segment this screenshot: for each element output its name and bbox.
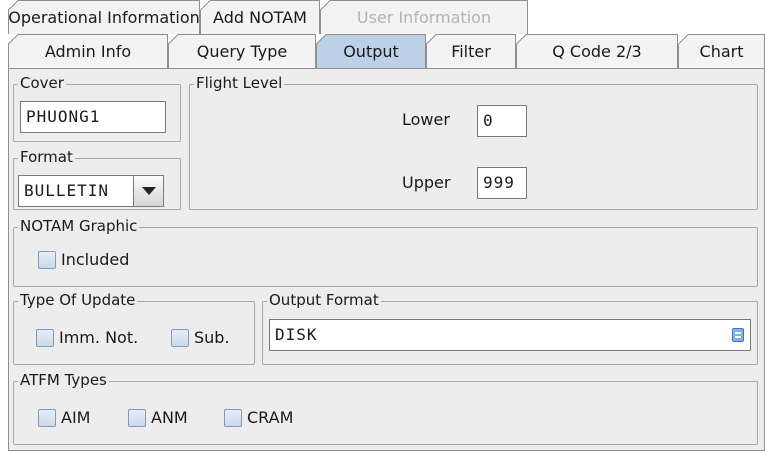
anm-checkbox-box[interactable] — [128, 408, 146, 427]
cram-checkbox[interactable]: CRAM — [224, 408, 293, 427]
included-checkbox-box[interactable] — [38, 250, 56, 269]
lower-label: Lower — [402, 110, 450, 129]
output-format-field[interactable]: DISK — [269, 319, 751, 351]
aim-label: AIM — [61, 408, 91, 427]
tab-user-information: User Information — [320, 0, 528, 34]
output-format-value: DISK — [275, 325, 318, 344]
cover-title: Cover — [18, 74, 66, 92]
type-of-update-group: Type Of Update Imm. Not. Sub. — [13, 291, 255, 365]
output-format-group: Output Format DISK — [262, 291, 758, 365]
tab-admin-info[interactable]: Admin Info — [8, 34, 168, 68]
tab-output[interactable]: Output — [316, 34, 426, 68]
tab-chart[interactable]: Chart — [678, 34, 765, 68]
upper-input[interactable]: 999 — [477, 167, 527, 199]
format-dropdown-button[interactable] — [133, 176, 163, 206]
tab-q-code-2-3[interactable]: Q Code 2/3 — [516, 34, 678, 68]
imm-not-checkbox-box[interactable] — [36, 328, 54, 347]
cover-input[interactable]: PHUONG1 — [20, 101, 166, 133]
cram-checkbox-box[interactable] — [224, 408, 242, 427]
list-picker-icon[interactable] — [732, 328, 744, 342]
anm-label: ANM — [151, 408, 188, 427]
sub-label: Sub. — [194, 328, 230, 347]
format-group: Format BULLETIN — [13, 148, 181, 210]
atfm-types-group: ATFM Types AIM ANM CRAM — [13, 371, 758, 445]
tab-filter[interactable]: Filter — [426, 34, 516, 68]
notam-window: Operational Information Add NOTAM User I… — [0, 0, 765, 451]
sub-checkbox[interactable]: Sub. — [171, 328, 230, 347]
notam-graphic-title: NOTAM Graphic — [18, 217, 140, 235]
imm-not-label: Imm. Not. — [59, 328, 139, 347]
included-label: Included — [61, 250, 130, 269]
atfm-types-title: ATFM Types — [18, 371, 109, 389]
upper-label: Upper — [402, 173, 451, 192]
flight-level-title: Flight Level — [194, 74, 285, 92]
format-title: Format — [18, 148, 75, 166]
format-value: BULLETIN — [24, 181, 110, 200]
anm-checkbox[interactable]: ANM — [128, 408, 188, 427]
chevron-down-icon — [141, 187, 156, 195]
cover-group: Cover PHUONG1 — [13, 74, 181, 142]
notam-graphic-group: NOTAM Graphic Included — [13, 217, 758, 287]
aim-checkbox[interactable]: AIM — [38, 408, 90, 427]
tab-add-notam[interactable]: Add NOTAM — [200, 0, 320, 34]
cram-label: CRAM — [247, 408, 294, 427]
flight-level-group: Flight Level Lower 0 Upper 999 — [189, 74, 758, 210]
sub-checkbox-box[interactable] — [171, 328, 189, 347]
lower-input[interactable]: 0 — [477, 105, 527, 137]
tab-query-type[interactable]: Query Type — [168, 34, 316, 68]
format-select[interactable]: BULLETIN — [18, 175, 164, 207]
output-panel: Cover PHUONG1 Format BULLETIN Flight Lev… — [8, 68, 765, 451]
tab-operational-information[interactable]: Operational Information — [8, 0, 200, 34]
output-format-title: Output Format — [267, 291, 381, 309]
type-of-update-title: Type Of Update — [18, 291, 138, 309]
included-checkbox[interactable]: Included — [38, 250, 129, 269]
aim-checkbox-box[interactable] — [38, 408, 56, 427]
imm-not-checkbox[interactable]: Imm. Not. — [36, 328, 138, 347]
